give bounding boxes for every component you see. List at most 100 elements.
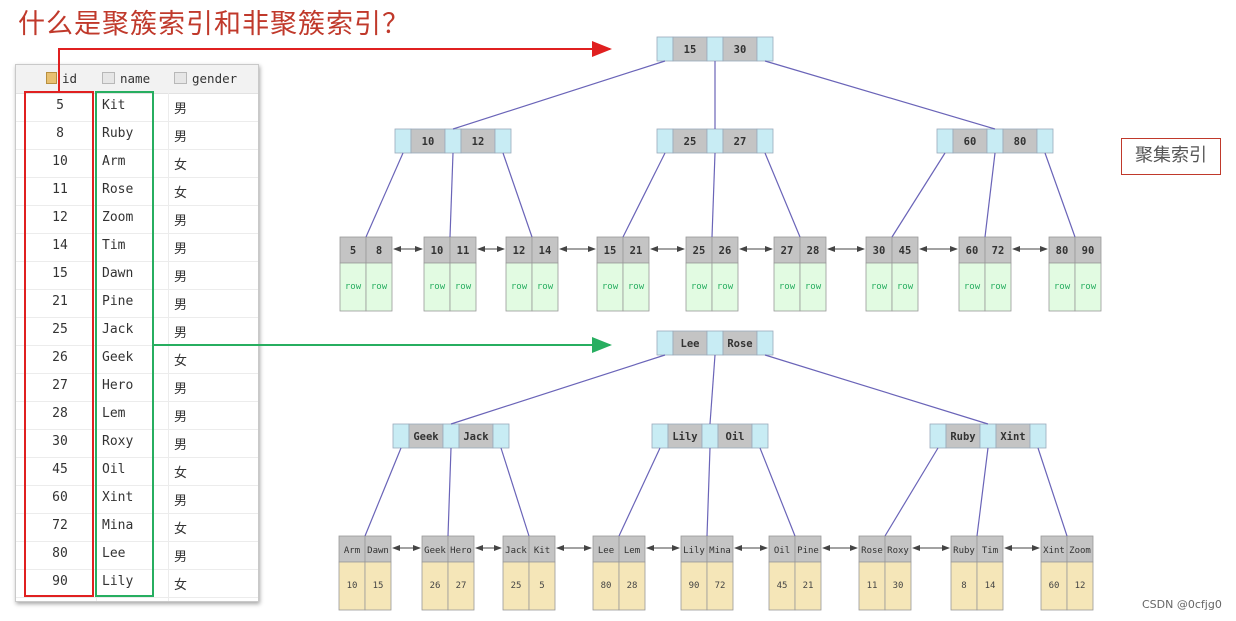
leaf-data: row bbox=[511, 282, 528, 292]
leaf-key: 15 bbox=[604, 245, 617, 257]
leaf-data: row bbox=[779, 282, 796, 292]
tree-edge bbox=[884, 447, 939, 537]
leaf-key: 5 bbox=[350, 245, 356, 257]
leaf-key: Roxy bbox=[887, 546, 909, 556]
pointer-cell bbox=[986, 128, 1004, 154]
node-key: Jack bbox=[463, 431, 489, 443]
leaf-data: row bbox=[990, 282, 1007, 292]
leaf-node: Geek 26 Hero 27 bbox=[421, 535, 475, 611]
pointer-cell bbox=[1029, 423, 1047, 449]
leaf-key: 14 bbox=[539, 245, 552, 257]
node-key: Ruby bbox=[950, 431, 976, 443]
tree-edge bbox=[618, 447, 661, 537]
leaf-node: Lee 80 Lem 28 bbox=[592, 535, 646, 611]
leaf-key: Pine bbox=[797, 546, 819, 556]
tree-edge bbox=[622, 152, 666, 238]
pointer-cell bbox=[492, 423, 510, 449]
leaf-data: 12 bbox=[1075, 581, 1086, 591]
node-key: 60 bbox=[964, 136, 977, 148]
leaf-node: Jack 25 Kit 5 bbox=[502, 535, 556, 611]
leaf-node: Lily 90 Mina 72 bbox=[680, 535, 734, 611]
leaf-data: 72 bbox=[715, 581, 726, 591]
leaf-data: row bbox=[455, 282, 472, 292]
leaf-node: 5 row 8 row bbox=[339, 236, 393, 312]
node-key: 15 bbox=[684, 44, 697, 56]
leaf-data: row bbox=[537, 282, 554, 292]
leaf-data: 27 bbox=[456, 581, 467, 591]
pointer-cell bbox=[444, 128, 462, 154]
leaf-key: Lily bbox=[683, 546, 705, 556]
pointer-cell bbox=[651, 423, 669, 449]
leaf-data: 25 bbox=[511, 581, 522, 591]
leaf-key: 45 bbox=[899, 245, 912, 257]
leaf-node: 12 row 14 row bbox=[505, 236, 559, 312]
pointer-cell bbox=[701, 423, 719, 449]
leaf-node: 30 row 45 row bbox=[865, 236, 919, 312]
tree-edge bbox=[450, 354, 666, 425]
diagram-canvas: 15 3010 12 25 27 60 805row8row10row11row12row1… bbox=[58, 36, 1102, 611]
leaf-key: 28 bbox=[807, 245, 820, 257]
internal-node: Ruby Xint bbox=[929, 423, 1047, 449]
leaf-data: 28 bbox=[627, 581, 638, 591]
node-key: 12 bbox=[472, 136, 485, 148]
node-key: 30 bbox=[734, 44, 747, 56]
leaf-key: Lee bbox=[598, 546, 614, 556]
tree-edge bbox=[984, 152, 996, 238]
tree-edge bbox=[1044, 152, 1076, 238]
leaf-data: row bbox=[602, 282, 619, 292]
tree-edge bbox=[711, 152, 716, 238]
leaf-key: Arm bbox=[344, 546, 360, 556]
leaf-key: 80 bbox=[1056, 245, 1069, 257]
pointer-cell bbox=[929, 423, 947, 449]
pointer-cell bbox=[706, 128, 724, 154]
tree-edge bbox=[452, 60, 666, 130]
tree-edge bbox=[764, 60, 996, 130]
leaf-data: 10 bbox=[347, 581, 358, 591]
leaf-key: Rose bbox=[861, 546, 883, 556]
node-key: Rose bbox=[727, 338, 752, 350]
tree-edge bbox=[365, 152, 404, 238]
leaf-node: 80 row 90 row bbox=[1048, 236, 1102, 312]
tree-edge bbox=[759, 447, 796, 537]
pointer-cell bbox=[1036, 128, 1054, 154]
leaf-node: 25 row 26 row bbox=[685, 236, 739, 312]
pointer-cell bbox=[706, 330, 724, 356]
leaf-key: Tim bbox=[982, 546, 998, 556]
node-key: Oil bbox=[726, 431, 745, 443]
tree-edge bbox=[706, 447, 711, 537]
node-key: Xint bbox=[1000, 431, 1025, 443]
leaf-data: 30 bbox=[893, 581, 904, 591]
node-key: 10 bbox=[422, 136, 435, 148]
root-node: 15 30 bbox=[656, 36, 774, 62]
node-key: Lee bbox=[681, 338, 700, 350]
leaf-data: row bbox=[691, 282, 708, 292]
tree-edge bbox=[764, 354, 989, 425]
leaf-key: 21 bbox=[630, 245, 643, 257]
pointer-cell bbox=[756, 330, 774, 356]
pointer-cell bbox=[756, 36, 774, 62]
leaf-data: row bbox=[628, 282, 645, 292]
tree-edge bbox=[364, 447, 402, 537]
leaf-key: 12 bbox=[513, 245, 526, 257]
pointer-cell bbox=[494, 128, 512, 154]
leaf-data: 5 bbox=[539, 581, 544, 591]
node-key: Geek bbox=[413, 431, 439, 443]
leaf-data: 80 bbox=[601, 581, 612, 591]
pointer-cell bbox=[756, 128, 774, 154]
leaf-key: Kit bbox=[534, 546, 550, 556]
node-key: 80 bbox=[1014, 136, 1027, 148]
leaf-node: Oil 45 Pine 21 bbox=[768, 535, 822, 611]
leaf-data: 60 bbox=[1049, 581, 1060, 591]
tree-edge bbox=[502, 152, 533, 238]
leaf-node: 10 row 11 row bbox=[423, 236, 477, 312]
clustered-index-arrow bbox=[58, 41, 612, 91]
leaf-key: 90 bbox=[1082, 245, 1095, 257]
node-key: Lily bbox=[672, 431, 698, 443]
leaf-node: 60 row 72 row bbox=[958, 236, 1012, 312]
pointer-cell bbox=[656, 330, 674, 356]
leaf-data: 45 bbox=[777, 581, 788, 591]
leaf-data: 11 bbox=[867, 581, 878, 591]
pointer-cell bbox=[656, 36, 674, 62]
pointer-cell bbox=[442, 423, 460, 449]
pointer-cell bbox=[656, 128, 674, 154]
